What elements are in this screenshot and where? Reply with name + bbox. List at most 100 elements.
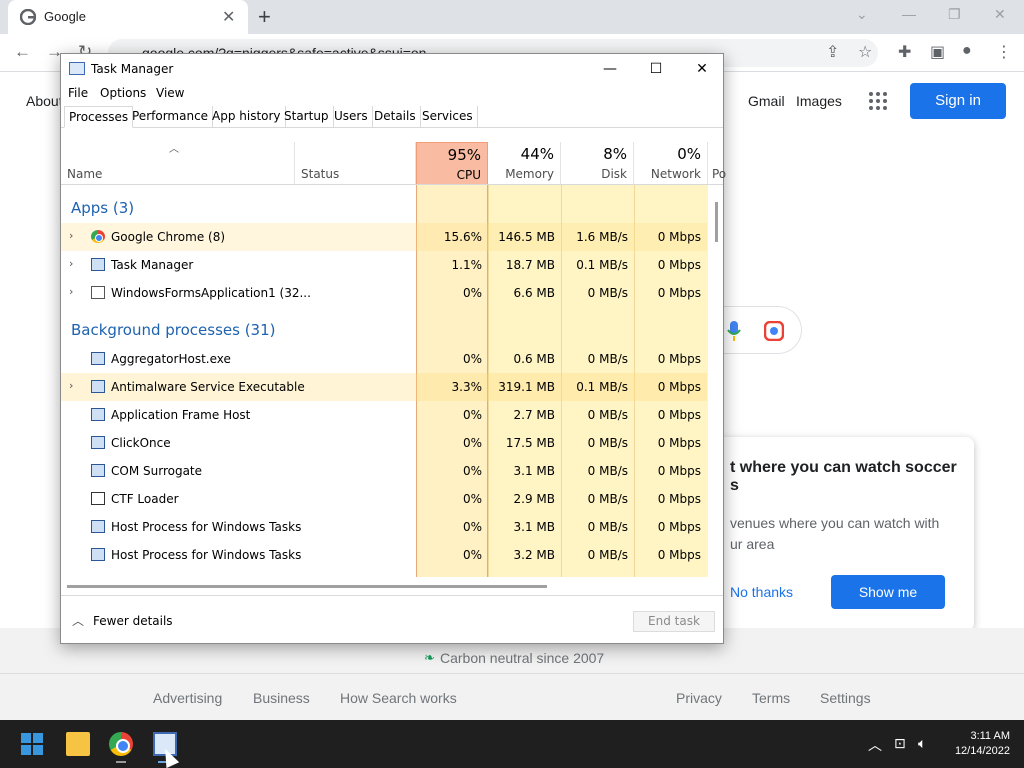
tab-close-icon[interactable]: ✕	[222, 7, 235, 27]
footer-advertising[interactable]: Advertising	[153, 690, 222, 706]
memory-value: 3.1 MB	[513, 464, 555, 478]
tab-google[interactable]: Google ✕	[8, 0, 248, 34]
new-tab-icon[interactable]: +	[258, 4, 271, 30]
tab-performance[interactable]: Performance	[128, 106, 214, 128]
col-name-header[interactable]: Name	[61, 142, 295, 185]
footer-terms[interactable]: Terms	[752, 690, 790, 706]
expand-chevron-icon[interactable]: ›	[69, 285, 73, 298]
file-explorer-icon[interactable]	[66, 732, 90, 756]
table-row[interactable]: COM Surrogate 0% 3.1 MB 0 MB/s 0 Mbps	[61, 457, 707, 485]
table-row[interactable]: CTF Loader 0% 2.9 MB 0 MB/s 0 Mbps	[61, 485, 707, 513]
service-process-icon	[91, 408, 105, 421]
about-link[interactable]: About	[26, 93, 63, 109]
popup-body: venues where you can watch with ur area	[730, 515, 940, 552]
show-me-button[interactable]: Show me	[831, 575, 945, 609]
expand-chevron-icon[interactable]: ›	[69, 379, 73, 392]
tm-close-icon[interactable]: ✕	[687, 58, 717, 80]
task-manager-window: Task Manager — ☐ ✕ File Options View Pro…	[60, 53, 726, 644]
service-process-icon	[91, 520, 105, 533]
tab-app-history[interactable]: App history	[208, 106, 286, 128]
expand-chevron-icon[interactable]: ›	[69, 257, 73, 270]
vertical-scrollbar[interactable]	[715, 202, 718, 242]
watch-soccer-popup: t where you can watch soccer s venues whe…	[700, 437, 974, 631]
table-row[interactable]: AggregatorHost.exe 0% 0.6 MB 0 MB/s 0 Mb…	[61, 345, 707, 373]
profile-icon[interactable]: ●	[962, 42, 972, 60]
expand-chevron-icon[interactable]: ›	[69, 229, 73, 242]
table-row[interactable]: › WindowsFormsApplication1 (32... 0% 6.6…	[61, 279, 707, 307]
tab-search-icon[interactable]: ⌄	[856, 6, 868, 23]
task-manager-icon	[69, 62, 85, 75]
process-name: Application Frame Host	[111, 408, 251, 422]
footer-business[interactable]: Business	[253, 690, 310, 706]
menu-file[interactable]: File	[68, 86, 88, 100]
process-name: Google Chrome (8)	[111, 230, 226, 244]
voice-search-icon[interactable]	[727, 321, 741, 341]
lens-search-icon[interactable]	[764, 321, 784, 341]
menu-icon[interactable]: ⋮	[996, 42, 1012, 62]
chrome-taskbar-icon[interactable]	[109, 732, 133, 756]
cpu-value: 3.3%	[451, 380, 483, 394]
table-row[interactable]: › Google Chrome (8) 15.6% 146.5 MB 1.6 M…	[61, 223, 707, 251]
carbon-text: Carbon neutral since 2007	[440, 650, 605, 666]
col-status-header[interactable]: Status	[295, 142, 416, 185]
network-icon[interactable]: ⊡	[894, 735, 906, 752]
horizontal-scrollbar[interactable]	[67, 585, 547, 588]
table-row[interactable]: Host Process for Windows Tasks 0% 3.2 MB…	[61, 541, 707, 569]
table-row[interactable]: › Task Manager 1.1% 18.7 MB 0.1 MB/s 0 M…	[61, 251, 707, 279]
bookmark-star-icon[interactable]: ☆	[858, 42, 872, 62]
fewer-details-button[interactable]: Fewer details	[93, 614, 173, 628]
network-value: 0 Mbps	[657, 436, 701, 450]
chevron-up-icon[interactable]: ︿	[72, 612, 84, 629]
footer-privacy[interactable]: Privacy	[676, 690, 722, 706]
side-panel-icon[interactable]: ▣	[930, 42, 945, 62]
clock[interactable]: 3:11 AM 12/14/2022	[946, 729, 1010, 759]
tm-minimize-icon[interactable]: —	[595, 58, 625, 80]
network-value: 0 Mbps	[657, 548, 701, 562]
show-hidden-icons-icon[interactable]: ︿	[868, 735, 882, 755]
menu-options[interactable]: Options	[100, 86, 146, 100]
sign-in-button[interactable]: Sign in	[910, 83, 1006, 119]
task-manager-titlebar[interactable]: Task Manager — ☐ ✕	[61, 54, 723, 84]
tab-details[interactable]: Details	[370, 106, 421, 128]
table-row[interactable]: ClickOnce 0% 17.5 MB 0 MB/s 0 Mbps	[61, 429, 707, 457]
end-task-button[interactable]: End task	[633, 611, 715, 632]
col-cpu-header[interactable]: 95% CPU	[416, 142, 488, 185]
col-disk-header[interactable]: 8% Disk	[561, 142, 634, 185]
back-icon[interactable]: ←	[14, 42, 31, 62]
col-power-header[interactable]: Po	[708, 142, 726, 185]
cpu-value: 0%	[462, 492, 482, 506]
extensions-icon[interactable]: ✚	[898, 42, 911, 62]
menu-view[interactable]: View	[156, 86, 184, 100]
memory-value: 3.1 MB	[513, 520, 555, 534]
service-process-icon	[91, 464, 105, 477]
start-windows-icon[interactable]	[21, 733, 43, 755]
process-name: AggregatorHost.exe	[111, 352, 231, 366]
cpu-value: 0%	[462, 408, 482, 422]
table-row[interactable]: Host Process for Windows Tasks 0% 3.1 MB…	[61, 513, 707, 541]
tab-services[interactable]: Services	[418, 106, 478, 128]
disk-value: 0.1 MB/s	[576, 258, 628, 272]
group-background[interactable]: Background processes (31)	[71, 321, 276, 339]
tab-processes[interactable]: Processes	[64, 106, 134, 128]
table-row[interactable]: Application Frame Host 0% 2.7 MB 0 MB/s …	[61, 401, 707, 429]
restore-icon[interactable]: ❐	[948, 6, 961, 23]
volume-icon[interactable]: 🔈︎	[918, 735, 926, 752]
images-link[interactable]: Images	[796, 93, 842, 109]
no-thanks-button[interactable]: No thanks	[730, 584, 793, 600]
minimize-icon[interactable]: —	[902, 6, 916, 22]
tm-maximize-icon[interactable]: ☐	[641, 58, 671, 80]
table-row[interactable]: › Antimalware Service Executable 3.3% 31…	[61, 373, 707, 401]
tab-startup[interactable]: Startup	[280, 106, 334, 128]
footer-settings[interactable]: Settings	[820, 690, 871, 706]
chrome-icon	[91, 230, 105, 243]
tab-users[interactable]: Users	[330, 106, 373, 128]
tm-tabs: Processes Performance App history Startu…	[61, 106, 723, 128]
google-apps-icon[interactable]	[869, 92, 887, 110]
col-memory-header[interactable]: 44% Memory	[488, 142, 561, 185]
footer-how-search-works[interactable]: How Search works	[340, 690, 457, 706]
share-icon[interactable]: ⇪	[826, 42, 839, 62]
group-apps[interactable]: Apps (3)	[71, 199, 134, 217]
col-network-header[interactable]: 0% Network	[634, 142, 708, 185]
gmail-link[interactable]: Gmail	[748, 93, 785, 109]
close-window-icon[interactable]: ✕	[994, 6, 1006, 23]
